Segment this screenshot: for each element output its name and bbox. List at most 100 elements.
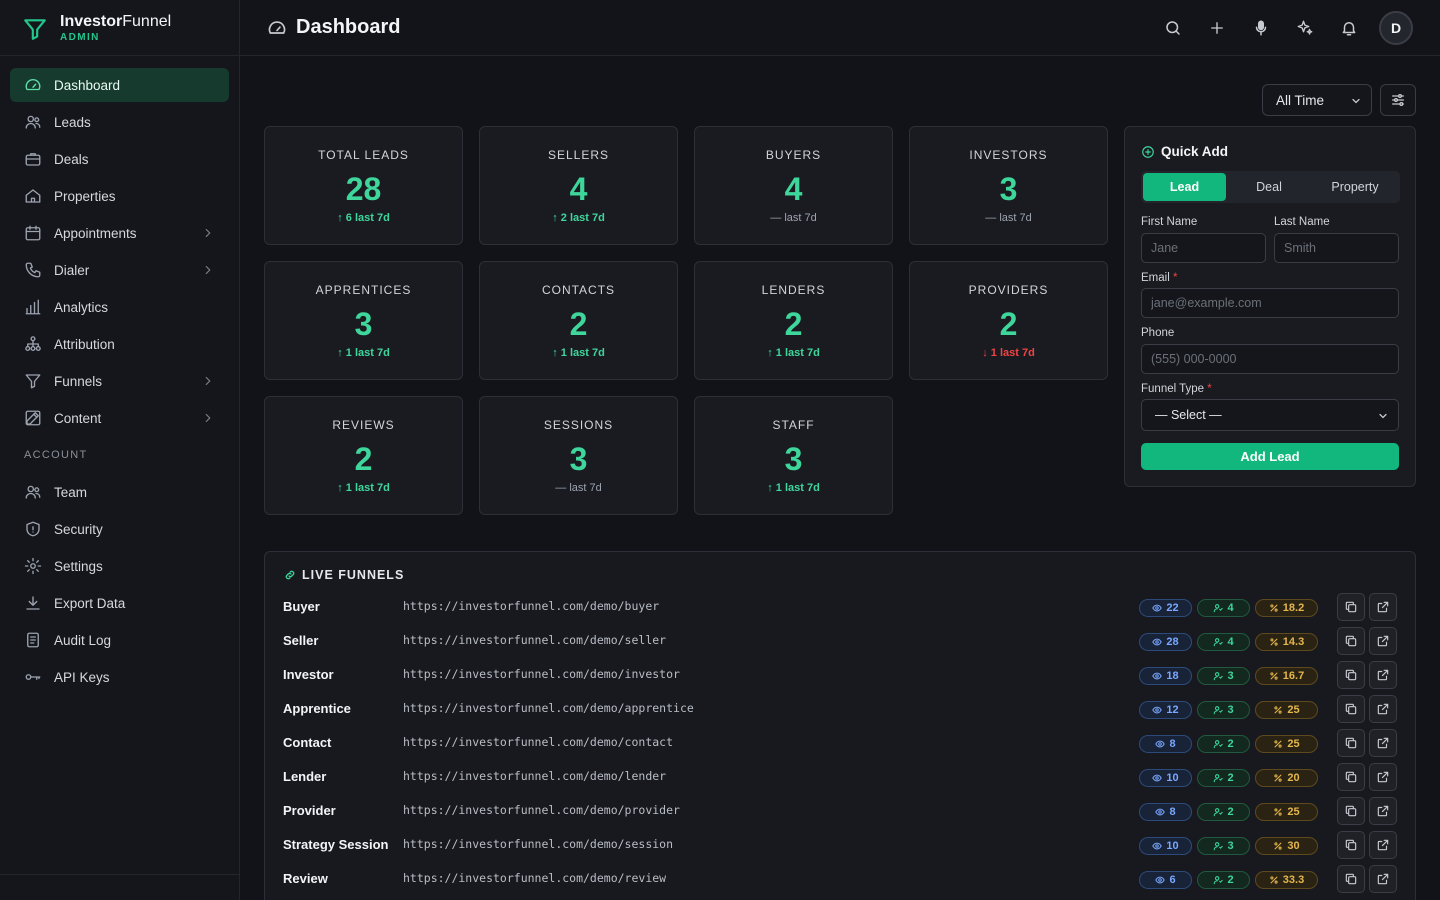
sidebar-item-appointments[interactable]: Appointments [10, 216, 229, 250]
date-range-select[interactable]: All Time [1262, 84, 1372, 116]
leads-badge: 3 [1197, 667, 1250, 685]
funnel-name: Provider [283, 803, 336, 818]
calendar-icon [24, 224, 42, 242]
copy-link-button[interactable] [1337, 593, 1365, 621]
copy-link-button[interactable] [1337, 797, 1365, 825]
search-icon[interactable] [1151, 11, 1195, 45]
open-link-button[interactable] [1369, 627, 1397, 655]
brand-name: InvestorFunnel [60, 13, 172, 30]
sidebar-item-api-keys[interactable]: API Keys [10, 660, 229, 694]
funnel-url[interactable]: https://investorfunnel.com/demo/seller [403, 633, 666, 647]
stat-card-sellers[interactable]: SELLERS 4 ↑ 2 last 7d [479, 126, 678, 245]
bell-icon[interactable] [1327, 11, 1371, 45]
avatar[interactable]: D [1379, 11, 1413, 45]
stat-delta: — last 7d [985, 212, 1032, 224]
plus-icon[interactable] [1195, 11, 1239, 45]
sidebar-item-settings[interactable]: Settings [10, 549, 229, 583]
sidebar-item-content[interactable]: Content [10, 401, 229, 435]
tab-property[interactable]: Property [1312, 173, 1398, 201]
eye-icon [1155, 807, 1166, 817]
sparkles-icon[interactable] [1283, 11, 1327, 45]
sidebar-item-security[interactable]: Security [10, 512, 229, 546]
team-icon [24, 483, 42, 501]
stat-card-investors[interactable]: INVESTORS 3 — last 7d [909, 126, 1108, 245]
conversion-badge: 18.2 [1255, 599, 1318, 617]
funnel-url[interactable]: https://investorfunnel.com/demo/contact [403, 735, 673, 749]
funnel-logo-icon [22, 16, 48, 42]
sidebar-item-dashboard[interactable]: Dashboard [10, 68, 229, 102]
copy-link-button[interactable] [1337, 865, 1365, 893]
open-link-button[interactable] [1369, 865, 1397, 893]
open-link-button[interactable] [1369, 661, 1397, 689]
funnel-url[interactable]: https://investorfunnel.com/demo/buyer [403, 599, 659, 613]
stat-value: 3 [354, 306, 373, 342]
last-name-field[interactable] [1274, 233, 1399, 263]
funnel-url[interactable]: https://investorfunnel.com/demo/investor [403, 667, 680, 681]
sidebar-item-properties[interactable]: Properties [10, 179, 229, 213]
sidebar-item-leads[interactable]: Leads [10, 105, 229, 139]
user-check-icon [1213, 841, 1224, 851]
funnel-url[interactable]: https://investorfunnel.com/demo/apprenti… [403, 701, 694, 715]
microphone-icon[interactable] [1239, 11, 1283, 45]
email-label: Email * [1141, 272, 1178, 284]
copy-link-button[interactable] [1337, 695, 1365, 723]
funnel-row: Provider https://investorfunnel.com/demo/… [265, 794, 1415, 828]
stat-card-contacts[interactable]: CONTACTS 2 ↑ 1 last 7d [479, 261, 678, 380]
trend-up-icon: ↑ [337, 347, 346, 359]
stat-value: 4 [569, 171, 588, 207]
filter-settings-button[interactable] [1380, 84, 1416, 116]
email-field[interactable] [1141, 288, 1399, 318]
funnel-type-select[interactable]: — Select — [1141, 399, 1399, 431]
stat-label: PROVIDERS [968, 283, 1049, 297]
sidebar-item-label: Deals [54, 151, 89, 167]
funnel-url[interactable]: https://investorfunnel.com/demo/provider [403, 803, 680, 817]
copy-link-button[interactable] [1337, 729, 1365, 757]
copy-link-button[interactable] [1337, 831, 1365, 859]
funnel-url[interactable]: https://investorfunnel.com/demo/review [403, 871, 666, 885]
sidebar-item-attribution[interactable]: Attribution [10, 327, 229, 361]
stat-card-staff[interactable]: STAFF 3 ↑ 1 last 7d [694, 396, 893, 515]
sidebar-item-analytics[interactable]: Analytics [10, 290, 229, 324]
brand[interactable]: InvestorFunnel ADMIN [22, 13, 171, 45]
open-link-button[interactable] [1369, 593, 1397, 621]
stat-card-lenders[interactable]: LENDERS 2 ↑ 1 last 7d [694, 261, 893, 380]
stat-label: SESSIONS [543, 418, 614, 432]
user-check-icon [1213, 671, 1224, 681]
sidebar-item-label: Appointments [54, 225, 137, 241]
sliders-icon [1390, 92, 1406, 108]
open-link-button[interactable] [1369, 729, 1397, 757]
copy-link-button[interactable] [1337, 763, 1365, 791]
open-link-button[interactable] [1369, 763, 1397, 791]
funnel-row: Contact https://investorfunnel.com/demo/c… [265, 726, 1415, 760]
stat-card-buyers[interactable]: BUYERS 4 — last 7d [694, 126, 893, 245]
funnel-url[interactable]: https://investorfunnel.com/demo/lender [403, 769, 666, 783]
tab-lead[interactable]: Lead [1143, 173, 1226, 201]
open-link-button[interactable] [1369, 831, 1397, 859]
funnel-name: Lender [283, 769, 327, 784]
tab-deal[interactable]: Deal [1226, 173, 1312, 201]
sidebar-item-dialer[interactable]: Dialer [10, 253, 229, 287]
copy-link-button[interactable] [1337, 661, 1365, 689]
open-link-button[interactable] [1369, 695, 1397, 723]
copy-link-button[interactable] [1337, 627, 1365, 655]
stat-card-reviews[interactable]: REVIEWS 2 ↑ 1 last 7d [264, 396, 463, 515]
first-name-field[interactable] [1141, 233, 1266, 263]
sidebar-item-team[interactable]: Team [10, 475, 229, 509]
stat-card-apprentices[interactable]: APPRENTICES 3 ↑ 1 last 7d [264, 261, 463, 380]
add-lead-button[interactable]: Add Lead [1141, 443, 1399, 470]
stat-card-sessions[interactable]: SESSIONS 3 — last 7d [479, 396, 678, 515]
stat-delta: ↑ 1 last 7d [552, 347, 605, 359]
open-link-button[interactable] [1369, 797, 1397, 825]
funnel-url[interactable]: https://investorfunnel.com/demo/session [403, 837, 673, 851]
copy-icon [1344, 838, 1358, 852]
external-link-icon [1376, 668, 1390, 682]
sidebar-item-deals[interactable]: Deals [10, 142, 229, 176]
phone-field[interactable] [1141, 344, 1399, 374]
stat-card-providers[interactable]: PROVIDERS 2 ↓ 1 last 7d [909, 261, 1108, 380]
sidebar-item-audit-log[interactable]: Audit Log [10, 623, 229, 657]
sidebar-item-funnels[interactable]: Funnels [10, 364, 229, 398]
views-badge: 12 [1139, 701, 1192, 719]
chevron-right-icon [201, 411, 215, 425]
stat-card-total-leads[interactable]: TOTAL LEADS 28 ↑ 6 last 7d [264, 126, 463, 245]
sidebar-item-export-data[interactable]: Export Data [10, 586, 229, 620]
